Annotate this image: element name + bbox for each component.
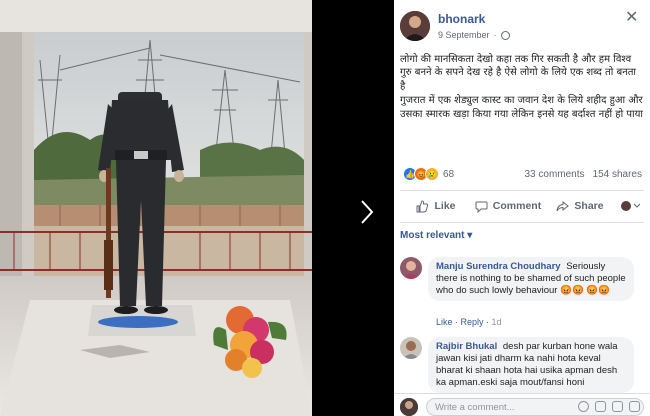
like-button[interactable]: Like (400, 199, 472, 213)
engagement-stats: 33 comments 154 shares (524, 169, 642, 180)
comments-count-link[interactable]: 33 comments (524, 169, 584, 180)
close-icon[interactable]: ✕ (625, 10, 638, 26)
post-date[interactable]: 9 September (438, 30, 490, 40)
comment-item: Rajbir Bhukal desh par kurban hone wala … (400, 337, 644, 393)
reaction-selector-button[interactable] (616, 200, 644, 212)
emoji-icon[interactable] (578, 401, 589, 412)
comment-button-label: Comment (492, 200, 542, 212)
author-avatar[interactable] (400, 11, 430, 41)
thumbs-up-icon (416, 199, 429, 212)
post-meta: 9 September · (438, 30, 510, 40)
photo-viewer: bhonark 9 September · ✕ लोगो की मानसिकता… (0, 0, 650, 416)
comment-item: Manju Surendra Choudhary Seriously there… (400, 257, 644, 332)
share-button-label: Share (574, 200, 604, 212)
commenter-avatar[interactable] (400, 257, 422, 279)
comment-bubble: Manju Surendra Choudhary Seriously there… (428, 257, 634, 301)
reactions-summary[interactable]: 👍 😡 😢 68 (403, 167, 454, 181)
reaction-count: 68 (443, 168, 455, 180)
next-photo-arrow-icon[interactable] (359, 198, 375, 226)
comment-like-link[interactable]: Like (436, 317, 453, 327)
memorial-photo-image (0, 0, 312, 416)
commenter-name[interactable]: Rajbir Bhukal (436, 341, 497, 352)
comment-sort-dropdown[interactable]: Most relevant ▾ (400, 230, 472, 241)
sad-reaction-icon: 😢 (425, 167, 439, 181)
share-button[interactable]: Share (544, 200, 616, 213)
current-user-avatar (400, 398, 418, 416)
shares-count-link[interactable]: 154 shares (593, 169, 642, 180)
comment-reply-link[interactable]: Reply (461, 317, 484, 327)
photo-backdrop (312, 0, 394, 416)
comment-button[interactable]: Comment (472, 200, 544, 213)
divider (400, 190, 644, 191)
angry-emoji-icon: 😡😡 (586, 285, 611, 296)
post-photo[interactable] (0, 0, 312, 416)
comment-bubble: Rajbir Bhukal desh par kurban hone wala … (428, 337, 634, 393)
post-details-panel: bhonark 9 September · ✕ लोगो की मानसिकता… (394, 0, 650, 416)
profile-reaction-icon (621, 201, 640, 211)
comment-actions: Like · Reply · 1d (436, 317, 502, 327)
composer-icons (578, 401, 640, 412)
commenter-avatar[interactable] (400, 337, 422, 359)
sticker-icon[interactable] (629, 401, 640, 412)
post-text-paragraph: गुजरात में एक शेड्युल कास्ट का जवान देश … (400, 95, 644, 120)
globe-icon (500, 30, 510, 40)
post-text-paragraph: लोगो की मानसिकता देखो कहा तक गिर सकती है… (400, 54, 637, 92)
post-author-name[interactable]: bhonark (438, 12, 485, 26)
comment-composer: Write a comment... (394, 393, 650, 416)
post-action-bar: Like Comment Share (400, 193, 644, 219)
comment-time[interactable]: 1d (492, 317, 502, 327)
angry-emoji-icon: 😡😡 (560, 285, 584, 296)
like-button-label: Like (434, 200, 456, 212)
camera-icon[interactable] (595, 401, 606, 412)
comment-icon (475, 201, 488, 213)
divider (400, 222, 644, 223)
share-icon (556, 200, 570, 211)
gif-icon[interactable] (612, 401, 623, 412)
commenter-name[interactable]: Manju Surendra Choudhary (436, 261, 561, 272)
post-text: लोगो की मानसिकता देखो कहा तक गिर सकती है… (400, 53, 644, 122)
